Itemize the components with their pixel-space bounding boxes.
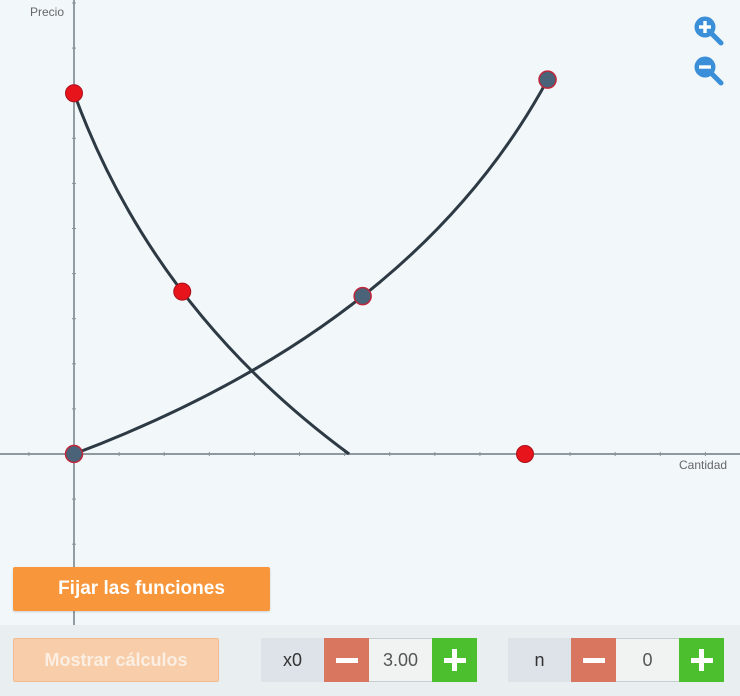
x0-stepper: x0 3.00 [261, 638, 477, 682]
supply-handle-point[interactable] [64, 444, 84, 464]
n-value[interactable]: 0 [616, 638, 679, 682]
plus-icon [443, 649, 466, 671]
zoom-out-button[interactable] [690, 52, 726, 88]
demand-handle-point[interactable] [173, 282, 192, 301]
supply-handle-point[interactable] [538, 70, 557, 89]
bottom-toolbar: Mostrar cálculos x0 3.00 n 0 [0, 625, 740, 696]
n-increment-button[interactable] [679, 638, 724, 682]
plus-icon [690, 649, 713, 671]
graph-canvas[interactable]: Precio Cantidad [0, 0, 740, 625]
x-axis-label: Cantidad [679, 458, 727, 472]
zoom-out-icon [694, 56, 724, 86]
show-calculations-button[interactable]: Mostrar cálculos [13, 638, 219, 682]
plot-area[interactable]: Precio Cantidad Fijar las funciones [0, 0, 740, 625]
x0-decrement-button[interactable] [324, 638, 369, 682]
supply-handle-point[interactable] [353, 286, 372, 306]
fix-functions-button[interactable]: Fijar las funciones [13, 567, 270, 611]
demand-curve [72, 92, 350, 456]
minus-icon [335, 657, 358, 663]
n-label: n [508, 638, 571, 682]
minus-icon [582, 657, 605, 663]
x0-label: x0 [261, 638, 324, 682]
zoom-in-icon [694, 16, 724, 46]
demand-handle-point[interactable] [65, 84, 83, 103]
x0-value[interactable]: 3.00 [369, 638, 432, 682]
demand-handle-point[interactable] [516, 445, 534, 463]
y-axis-label: Precio [30, 5, 64, 19]
zoom-in-button[interactable] [690, 12, 726, 48]
x0-increment-button[interactable] [432, 638, 477, 682]
supply-curve [73, 78, 549, 456]
n-decrement-button[interactable] [571, 638, 616, 682]
n-stepper: n 0 [508, 638, 724, 682]
